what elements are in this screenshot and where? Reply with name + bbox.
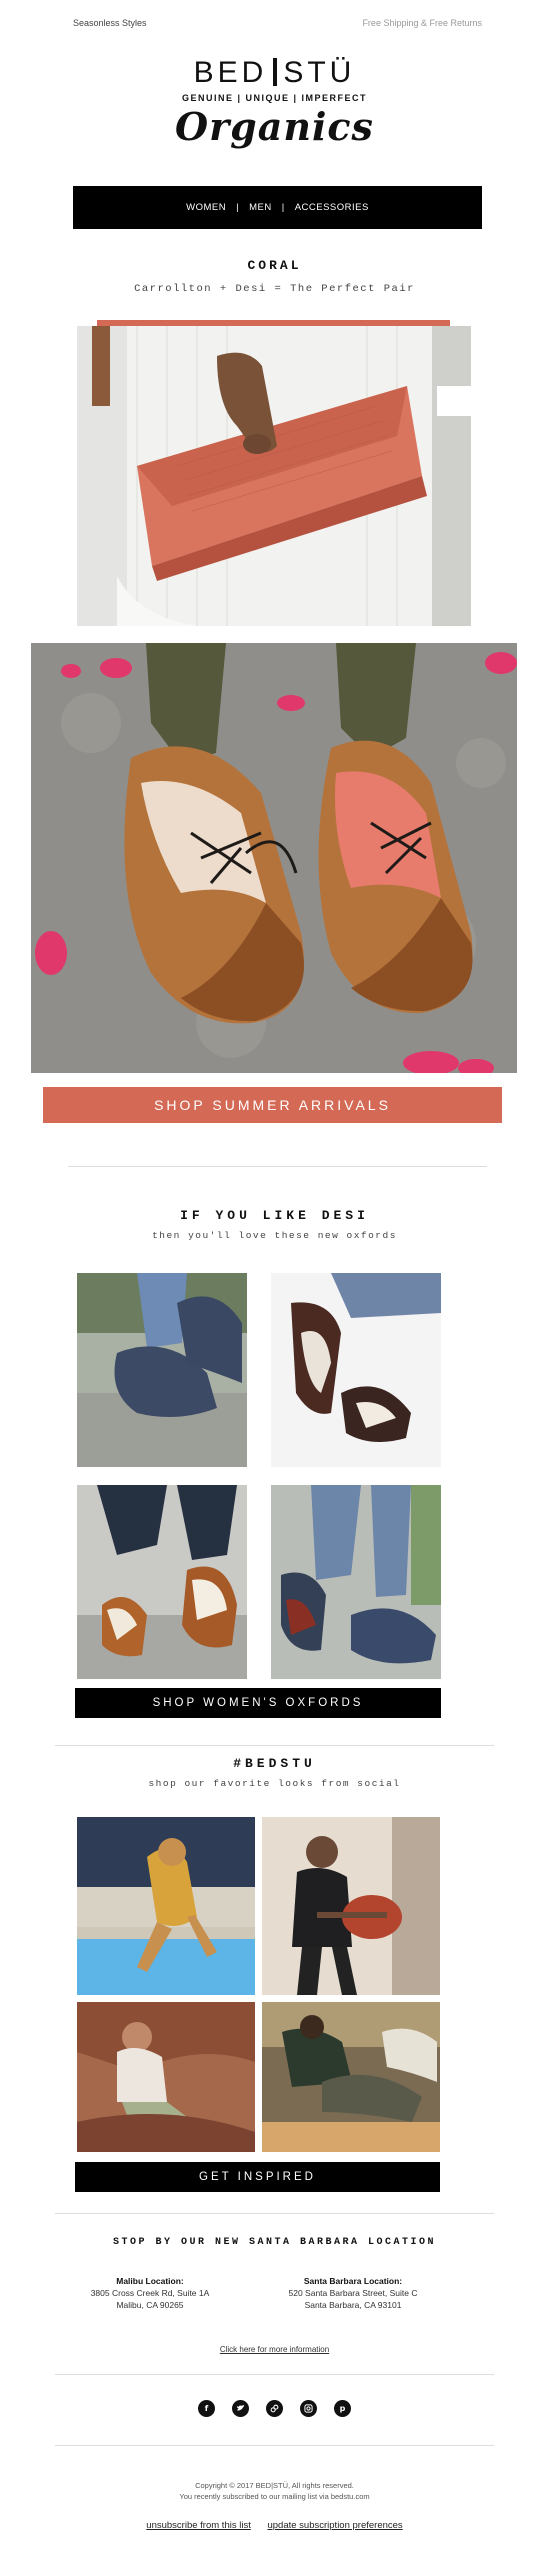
location-name: Malibu Location: <box>116 2276 184 2286</box>
section-divider <box>55 1745 494 1746</box>
footer-links: unsubscribe from this list update subscr… <box>0 2520 549 2531</box>
social-icons-row: f p <box>0 2400 549 2417</box>
locations-title: STOP BY OUR NEW SANTA BARBARA LOCATION <box>112 2237 437 2248</box>
facebook-icon[interactable]: f <box>198 2400 215 2417</box>
link-icon[interactable] <box>266 2400 283 2417</box>
oxfords-section-title: IF YOU LIKE DESI <box>180 1208 369 1223</box>
preheader-text: Seasonless Styles <box>73 18 147 28</box>
nav-accessories[interactable]: ACCESSORIES <box>295 202 369 213</box>
clutch-photo[interactable] <box>77 326 471 626</box>
nav-men[interactable]: MEN <box>249 202 272 213</box>
nav-women[interactable]: WOMEN <box>186 202 226 213</box>
location-name: Santa Barbara Location: <box>303 2276 403 2286</box>
brand-left: BED <box>193 56 268 89</box>
section-divider <box>55 2445 494 2446</box>
brand-right: STÜ <box>283 56 356 89</box>
malibu-location: Malibu Location: 3805 Cross Creek Rd, Su… <box>50 2275 250 2311</box>
unsubscribe-link[interactable]: unsubscribe from this list <box>146 2520 251 2531</box>
social-section-subtitle: shop our favorite looks from social <box>148 1778 401 1789</box>
social-photo-pool[interactable] <box>77 1817 255 1995</box>
oxford-product-4[interactable] <box>271 1485 441 1679</box>
twitter-icon[interactable] <box>232 2400 249 2417</box>
social-section-title: #BEDSTU <box>233 1756 316 1771</box>
hero-title: CORAL <box>247 258 302 273</box>
oxford-shoes-photo[interactable] <box>31 643 517 1073</box>
logo-bar <box>273 58 278 86</box>
social-photo-couch[interactable] <box>262 2002 440 2152</box>
shop-summer-arrivals-button[interactable]: SHOP SUMMER ARRIVALS <box>43 1087 502 1123</box>
social-photo-guitar[interactable] <box>262 1817 440 1995</box>
main-nav: WOMEN | MEN | ACCESSORIES <box>73 186 482 229</box>
section-divider <box>55 2374 494 2375</box>
footer-copyright: Copyright © 2017 BED|STÜ, All rights res… <box>195 2481 354 2490</box>
nav-separator: | <box>236 202 240 213</box>
instagram-icon[interactable] <box>300 2400 317 2417</box>
brand-logo[interactable]: BED STÜ <box>0 56 549 90</box>
preheader-shipping: Free Shipping & Free Returns <box>362 18 482 28</box>
oxford-product-3[interactable] <box>77 1485 247 1679</box>
nav-separator: | <box>281 202 285 213</box>
more-info-link[interactable]: Click here for more information <box>0 2345 549 2354</box>
brand-tagline: GENUINE | UNIQUE | IMPERFECT <box>181 93 368 103</box>
pinterest-icon[interactable]: p <box>334 2400 351 2417</box>
santa-barbara-location: Santa Barbara Location: 520 Santa Barbar… <box>253 2275 453 2311</box>
update-preferences-link[interactable]: update subscription preferences <box>267 2520 402 2531</box>
oxford-product-2[interactable] <box>271 1273 441 1467</box>
oxfords-section-subtitle: then you'll love these new oxfords <box>152 1230 397 1241</box>
location-city: Malibu, CA 90265 <box>116 2300 184 2310</box>
oxford-product-1[interactable] <box>77 1273 247 1467</box>
get-inspired-button[interactable]: GET INSPIRED <box>75 2162 440 2192</box>
social-photo-rocks[interactable] <box>77 2002 255 2152</box>
location-city: Santa Barbara, CA 93101 <box>304 2300 402 2310</box>
footer-notice: You recently subscribed to our mailing l… <box>179 2492 370 2501</box>
section-divider <box>68 1166 487 1167</box>
location-address: 3805 Cross Creek Rd, Suite 1A <box>90 2288 210 2298</box>
brand-script-logo: Organics <box>175 104 374 149</box>
shop-womens-oxfords-button[interactable]: SHOP WOMEN'S OXFORDS <box>75 1688 441 1718</box>
location-address: 520 Santa Barbara Street, Suite C <box>288 2288 418 2298</box>
section-divider <box>55 2213 494 2214</box>
hero-subtitle: Carrollton + Desi = The Perfect Pair <box>134 283 415 295</box>
